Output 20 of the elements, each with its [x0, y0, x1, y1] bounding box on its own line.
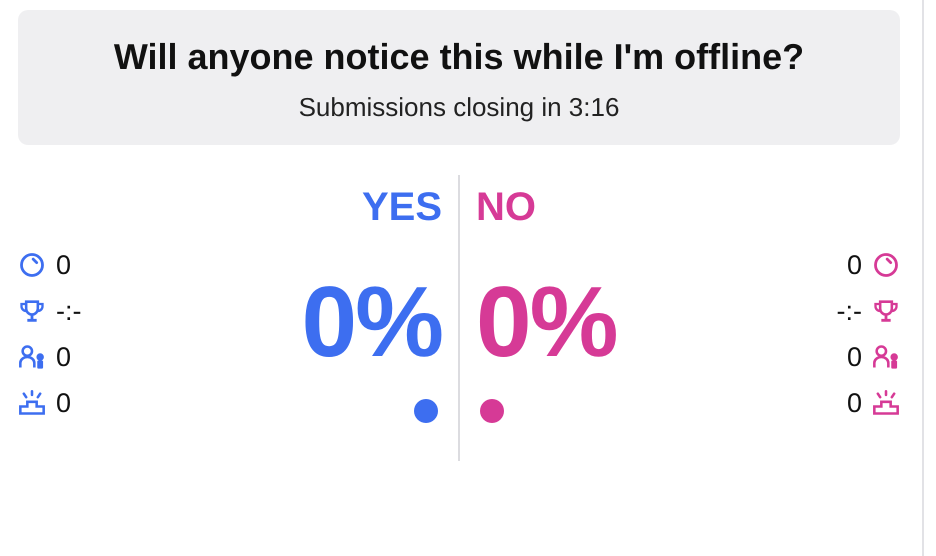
podium-icon — [872, 389, 900, 417]
outcome-percent: 0% — [476, 267, 617, 377]
question-title: Will anyone notice this while I'm offline? — [112, 36, 806, 78]
stat-value: -:- — [836, 296, 862, 326]
stat-value: 0 — [56, 250, 72, 280]
stat-value: 0 — [56, 388, 72, 418]
stat-value: 0 — [846, 342, 862, 372]
stat-value: -:- — [56, 296, 82, 326]
stat-value: 0 — [846, 388, 862, 418]
stopwatch-icon — [872, 251, 900, 279]
podium-icon — [18, 389, 46, 417]
outcome-label: NO — [476, 184, 536, 231]
users-icon — [18, 343, 46, 371]
closing-status: Submissions closing in 3:16 — [298, 92, 620, 123]
outcome-label: YES — [362, 184, 442, 231]
stopwatch-icon — [18, 251, 46, 279]
stat-value: 0 — [846, 250, 862, 280]
outcome-percent: 0% — [301, 267, 442, 377]
stat-value: 0 — [56, 342, 72, 372]
users-icon — [872, 343, 900, 371]
